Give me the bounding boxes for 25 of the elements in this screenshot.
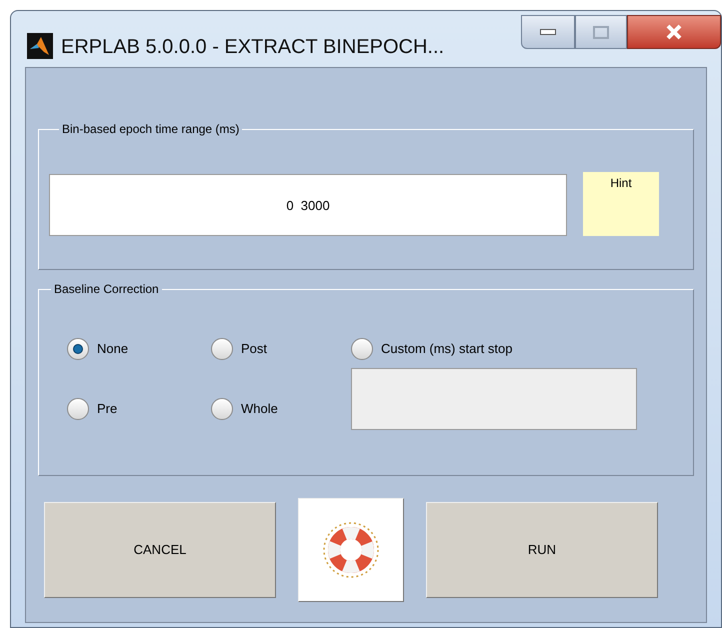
window-title: ERPLAB 5.0.0.0 - EXTRACT BINEPOCH... xyxy=(61,35,444,60)
hint-button[interactable]: Hint xyxy=(583,172,659,236)
app-logo-icon xyxy=(27,33,53,59)
close-button[interactable] xyxy=(627,15,721,49)
panel-legend: Bin-based epoch time range (ms) xyxy=(59,120,242,138)
run-button[interactable]: RUN xyxy=(426,502,658,598)
radio-label: Post xyxy=(241,340,268,358)
radio-button[interactable] xyxy=(67,398,89,420)
maximize-button[interactable] xyxy=(575,15,627,49)
radio-button[interactable] xyxy=(211,398,233,420)
radio-button[interactable] xyxy=(67,338,89,360)
time-range-field[interactable]: 0 3000 xyxy=(49,174,567,236)
radio-button[interactable] xyxy=(351,338,373,360)
radio-label: Pre xyxy=(97,400,118,418)
minimize-button[interactable] xyxy=(521,15,575,49)
lifebuoy-icon xyxy=(321,520,381,580)
radio-button[interactable] xyxy=(211,338,233,360)
panel-legend: Baseline Correction xyxy=(51,280,162,298)
cancel-button[interactable]: CANCEL xyxy=(44,502,276,598)
radio-label: Whole xyxy=(241,400,278,418)
custom-range-field[interactable] xyxy=(351,368,637,430)
help-button[interactable] xyxy=(298,498,404,602)
radio-label: None xyxy=(97,340,128,358)
radio-label: Custom (ms) start stop xyxy=(381,340,512,358)
close-icon xyxy=(665,24,683,40)
